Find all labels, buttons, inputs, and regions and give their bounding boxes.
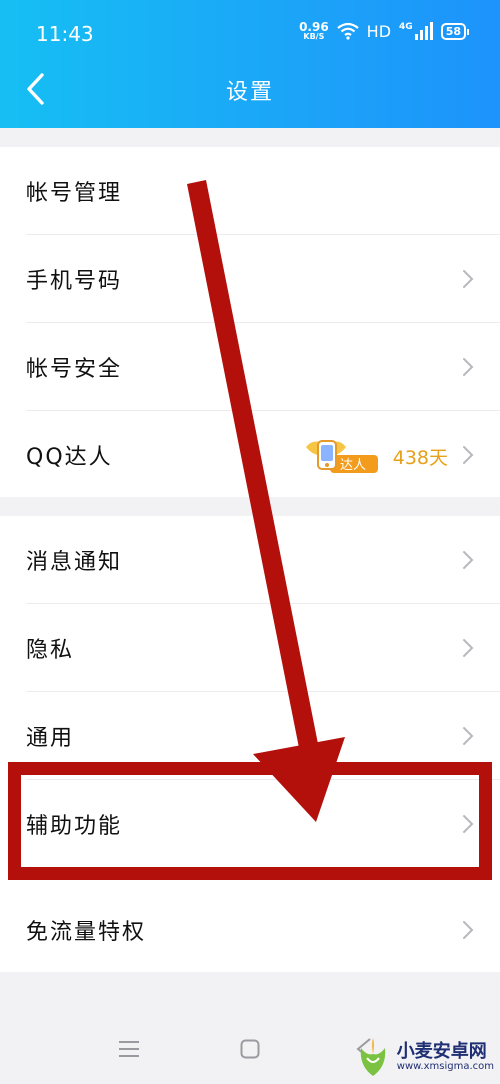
row-label: 隐私 (26, 638, 75, 663)
settings-row-privacy[interactable]: 隐私 (0, 604, 500, 692)
wifi-icon (336, 22, 359, 40)
chevron-right-icon (463, 639, 474, 657)
watermark: 小麦安卓网 www.xmsigma.com (353, 1036, 494, 1078)
chevron-right-icon (463, 727, 474, 745)
row-label: QQ达人 (26, 445, 113, 470)
status-icons: 0.96 KB/S HD 4G 58 (299, 21, 470, 41)
settings-group-general: 消息通知 隐私 通用 辅助功能 免流量特权 (0, 516, 500, 972)
page-title: 设置 (225, 80, 274, 105)
row-label: 手机号码 (26, 269, 123, 294)
daren-badge-icon: 达人 (306, 440, 378, 473)
settings-group-account: 帐号管理 手机号码 帐号安全 QQ达人 达人 438天 (0, 147, 500, 497)
row-label: 帐号安全 (26, 357, 123, 382)
watermark-title: 小麦安卓网 (396, 1040, 487, 1062)
speed-unit: KB/S (303, 32, 325, 41)
app-header: 11:43 0.96 KB/S HD 4G 58 设置 (0, 0, 500, 128)
annotation-highlight-box (8, 762, 492, 880)
network-type: 4G (399, 22, 413, 32)
daren-days: 438天 (392, 447, 448, 469)
settings-row-phone-number[interactable]: 手机号码 (0, 235, 500, 323)
network-speed: 0.96 KB/S (299, 21, 329, 41)
daren-badge-text: 达人 (340, 458, 366, 473)
row-label: 通用 (26, 726, 75, 751)
watermark-url: www.xmsigma.com (396, 1061, 494, 1073)
settings-row-notifications[interactable]: 消息通知 (0, 516, 500, 604)
hd-indicator: HD (366, 21, 392, 41)
row-label: 帐号管理 (26, 181, 123, 206)
battery-icon: 58 (440, 22, 470, 40)
chevron-right-icon (463, 446, 474, 464)
settings-row-account-security[interactable]: 帐号安全 (0, 323, 500, 411)
signal-icon: 4G (399, 22, 433, 40)
settings-row-account-management[interactable]: 帐号管理 (0, 147, 500, 235)
settings-row-qq-daren[interactable]: QQ达人 达人 438天 (0, 411, 500, 499)
chevron-right-icon (463, 551, 474, 569)
chevron-right-icon (463, 921, 474, 939)
menu-icon[interactable] (118, 1040, 140, 1058)
chevron-right-icon (463, 358, 474, 376)
chevron-right-icon (463, 270, 474, 288)
home-icon[interactable] (240, 1039, 260, 1059)
status-time: 11:43 (36, 22, 94, 46)
settings-row-free-data[interactable]: 免流量特权 (0, 886, 500, 974)
row-label: 免流量特权 (26, 920, 147, 945)
row-label: 消息通知 (26, 550, 123, 575)
watermark-logo-icon (360, 1038, 386, 1076)
